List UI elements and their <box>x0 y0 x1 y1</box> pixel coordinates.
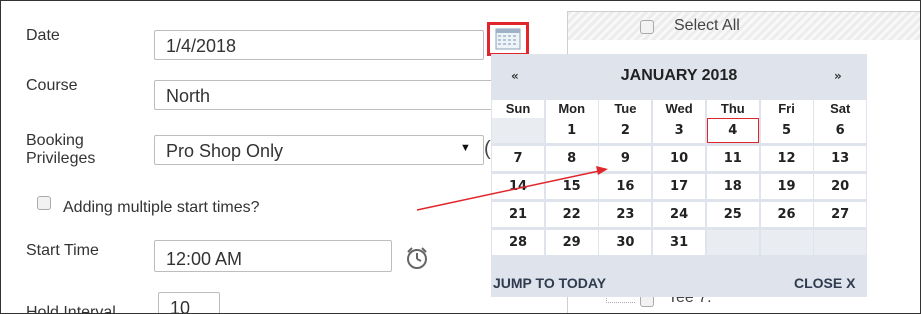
course-select[interactable]: North <box>154 80 494 110</box>
day-cell[interactable]: 22 <box>545 202 598 227</box>
day-cell[interactable]: 30 <box>599 230 652 255</box>
booking-form-window: Select All Tee 7. Date 1/4/2018 Course N… <box>0 0 921 314</box>
select-all-label: Select All <box>674 17 740 34</box>
day-cell[interactable]: 25 <box>706 202 759 227</box>
day-cell[interactable]: 15 <box>545 174 598 199</box>
day-cell[interactable]: 2 <box>599 118 652 143</box>
weekday-header: Fri <box>760 100 813 118</box>
weekday-header: Wed <box>653 100 706 118</box>
empty-day-cell <box>814 230 867 255</box>
day-cell[interactable]: 10 <box>653 146 706 171</box>
day-cell[interactable]: 12 <box>760 146 813 171</box>
day-cell[interactable]: 11 <box>706 146 759 171</box>
multiple-start-times-checkbox[interactable] <box>37 196 51 210</box>
day-cell-selected[interactable]: 4 <box>706 118 759 143</box>
booking-privileges-select[interactable]: Pro Shop Only <box>154 135 484 165</box>
empty-day-cell <box>492 118 544 143</box>
empty-day-cell <box>706 230 759 255</box>
chevron-down-icon: ▼ <box>460 142 471 154</box>
alarm-clock-icon[interactable] <box>402 243 432 273</box>
panel-header-stripe <box>568 12 920 40</box>
jump-to-today-button[interactable]: JUMP TO TODAY <box>493 275 606 291</box>
day-cell[interactable]: 8 <box>545 146 598 171</box>
calendar-icon <box>495 28 521 50</box>
course-label: Course <box>26 77 78 94</box>
close-calendar-button[interactable]: CLOSE X <box>794 275 855 291</box>
day-cell[interactable]: 18 <box>706 174 759 199</box>
day-cell[interactable]: 6 <box>814 118 867 143</box>
next-month-button[interactable]: » <box>834 69 842 83</box>
day-cell[interactable]: 7 <box>492 146 544 171</box>
hold-interval-label: Hold Interval <box>26 304 116 314</box>
multiple-start-times-label: Adding multiple start times? <box>63 199 260 216</box>
day-cell[interactable]: 14 <box>492 174 544 199</box>
day-cell[interactable]: 28 <box>492 230 544 255</box>
weekday-header: Sat <box>814 100 867 118</box>
day-cell[interactable]: 1 <box>545 118 598 143</box>
calendar-footer: JUMP TO TODAY CLOSE X <box>491 268 867 297</box>
day-cell[interactable]: 27 <box>814 202 867 227</box>
month-title: JANUARY 2018 <box>620 67 738 84</box>
weekday-header: Tue <box>599 100 652 118</box>
help-icon-partial: ( <box>484 138 491 160</box>
day-cell[interactable]: 29 <box>545 230 598 255</box>
day-cell[interactable]: 23 <box>599 202 652 227</box>
day-cell[interactable]: 13 <box>814 146 867 171</box>
day-cell[interactable]: 26 <box>760 202 813 227</box>
booking-privileges-label-line1: Booking <box>26 132 84 149</box>
calendar-button[interactable] <box>487 22 529 56</box>
calendar-header: « JANUARY 2018 » <box>491 54 867 100</box>
day-cell[interactable]: 17 <box>653 174 706 199</box>
day-cell[interactable]: 3 <box>653 118 706 143</box>
day-cell[interactable]: 9 <box>599 146 652 171</box>
day-cell[interactable]: 19 <box>760 174 813 199</box>
day-cell[interactable]: 21 <box>492 202 544 227</box>
start-time-input[interactable]: 12:00 AM <box>154 240 392 272</box>
calendar-popup: « JANUARY 2018 » Sun Mon Tue Wed Thu Fri Sat 1 2… <box>491 54 867 297</box>
weekday-header: Sun <box>492 100 544 118</box>
day-cell[interactable]: 5 <box>760 118 813 143</box>
empty-day-cell <box>760 230 813 255</box>
day-cell[interactable]: 24 <box>653 202 706 227</box>
day-cell[interactable]: 31 <box>653 230 706 255</box>
start-time-label: Start Time <box>26 242 99 259</box>
hold-interval-input[interactable]: 10 <box>158 292 220 313</box>
day-cell[interactable]: 16 <box>599 174 652 199</box>
weekday-header: Mon <box>545 100 598 118</box>
weekday-header: Thu <box>706 100 759 118</box>
booking-privileges-label-line2: Privileges <box>26 150 96 167</box>
date-label: Date <box>26 27 60 44</box>
date-input[interactable]: 1/4/2018 <box>154 30 484 60</box>
select-all-checkbox[interactable] <box>640 20 654 34</box>
day-cell[interactable]: 20 <box>814 174 867 199</box>
